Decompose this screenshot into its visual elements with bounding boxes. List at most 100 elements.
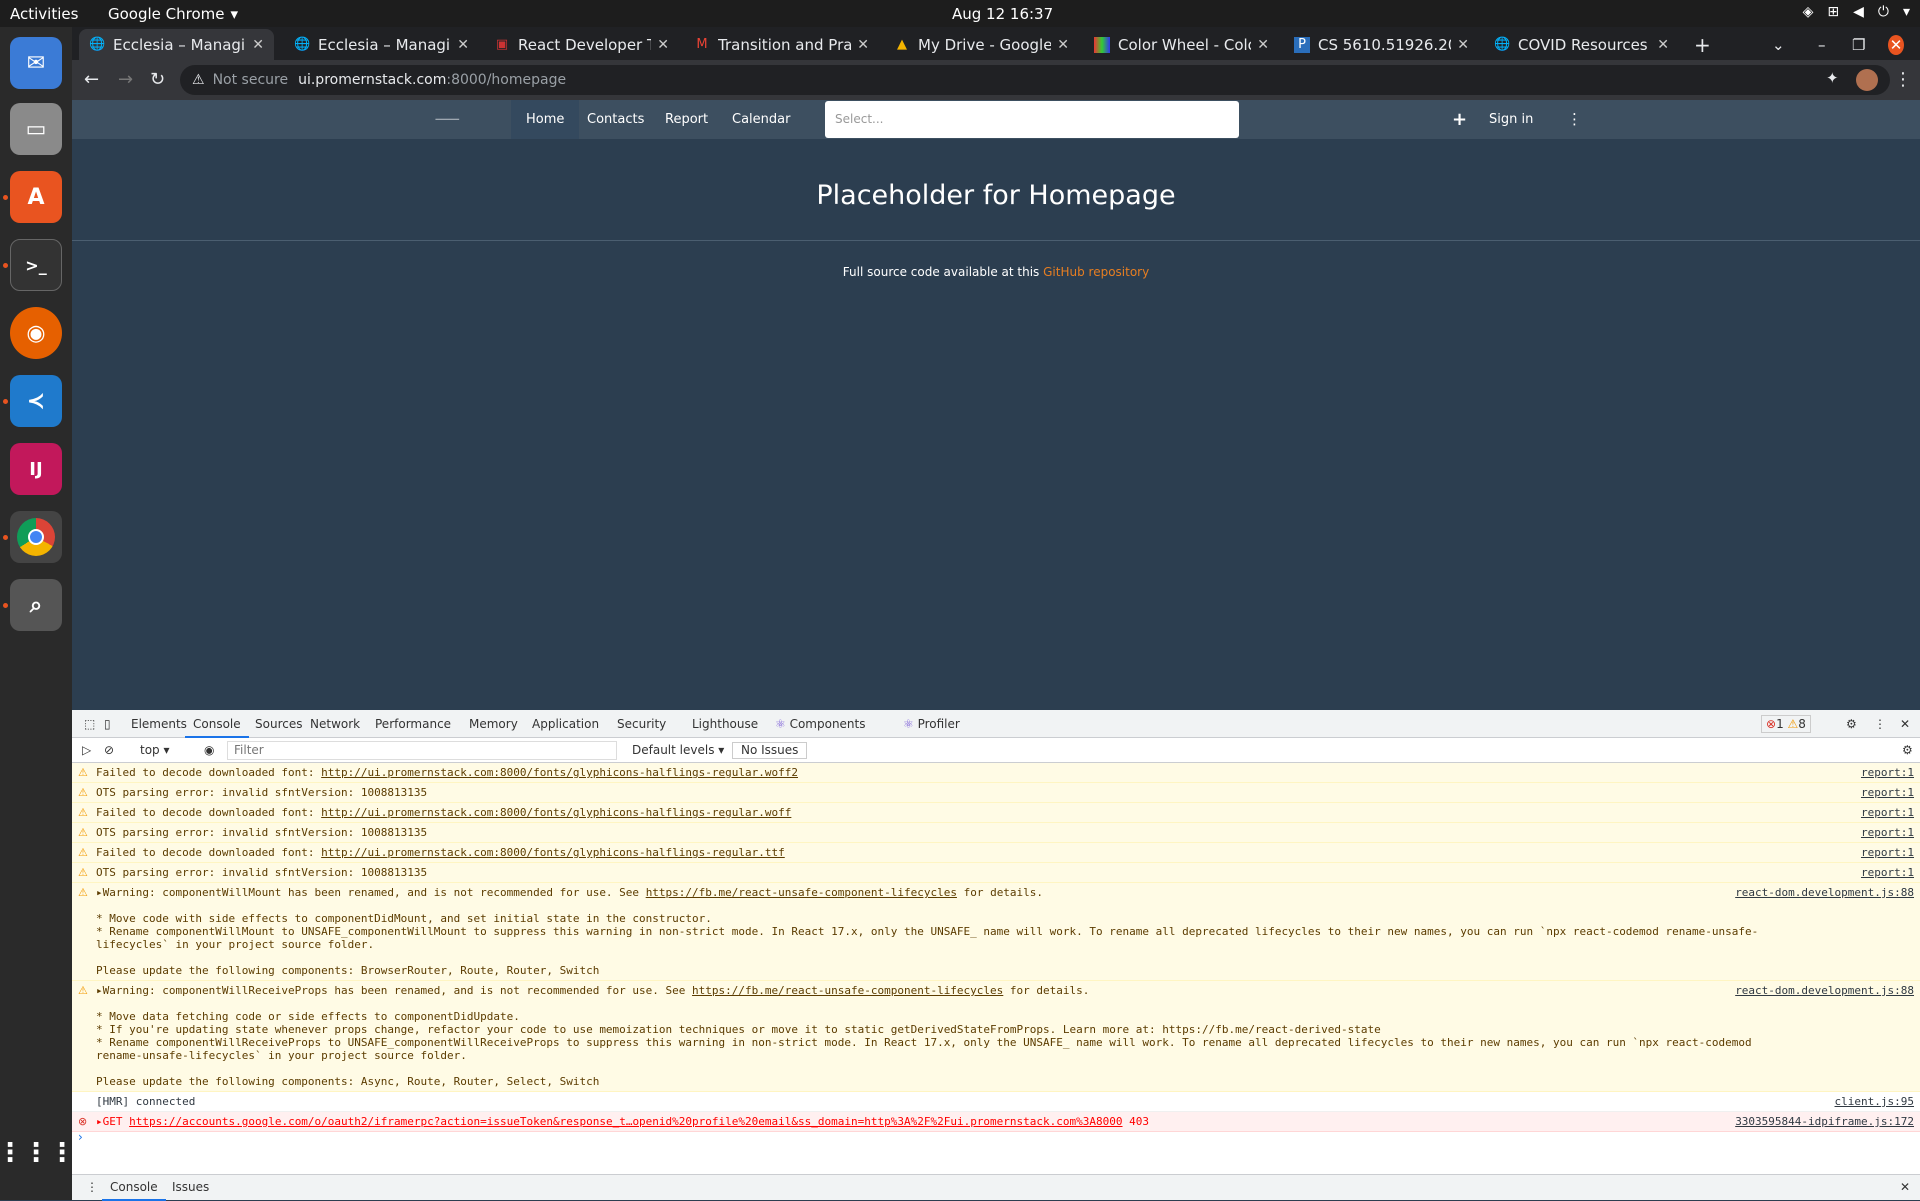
tab-security[interactable]: Security [609, 710, 674, 738]
console-message[interactable]: ⚠ Failed to decode downloaded font: http:… [72, 763, 1920, 783]
firefox-icon[interactable]: ◉ [10, 307, 62, 359]
tab-color-wheel[interactable]: Color Wheel - Color ✕ [1084, 29, 1279, 60]
tab-search-icon[interactable]: ⌄ [1762, 29, 1802, 60]
close-icon[interactable]: ✕ [657, 37, 669, 53]
tab-drive[interactable]: ▲ My Drive - Google Drive ✕ [884, 29, 1079, 60]
device-toolbar-icon[interactable]: ▯ [96, 710, 119, 738]
chrome-icon[interactable] [10, 511, 62, 563]
warning-icon[interactable]: ⚠ [192, 72, 205, 88]
clear-console-icon[interactable]: ⊘ [96, 738, 122, 763]
console-prompt[interactable]: › [78, 1130, 83, 1144]
tab-memory[interactable]: Memory [461, 710, 526, 738]
tab-cs5610[interactable]: P CS 5610.51926.2021 ✕ [1284, 29, 1479, 60]
app-menu[interactable]: Google Chrome ▾ [108, 5, 238, 23]
console-message[interactable]: ⚠ OTS parsing error: invalid sfntVersion:… [72, 823, 1920, 843]
tab-components[interactable]: ⚛ Components [767, 710, 874, 738]
close-icon[interactable]: ✕ [1257, 37, 1269, 53]
activities-button[interactable]: Activities [10, 5, 78, 23]
console-message[interactable]: ⊗ ▸GET https://accounts.google.com/o/oaut… [72, 1112, 1920, 1132]
minimize-icon[interactable]: – [1808, 29, 1844, 60]
nav-report[interactable]: Report [650, 100, 723, 139]
terminal-icon[interactable]: >_ [10, 239, 62, 291]
system-tray[interactable]: ◈ ⊞ ◀ ⏻ ▾ [1803, 4, 1910, 20]
close-icon[interactable]: ✕ [857, 37, 869, 53]
tab-application[interactable]: Application [524, 710, 607, 738]
nav-calendar[interactable]: Calendar [717, 100, 805, 139]
vscode-icon[interactable]: ≺ [10, 375, 62, 427]
message-link[interactable]: https://fb.me/react-unsafe-component-lif… [692, 984, 1003, 997]
menu-icon[interactable]: ⋮ [1894, 69, 1912, 90]
tab-ecclesia-2[interactable]: 🌐 Ecclesia – Managing ✕ [284, 29, 479, 60]
filter-input[interactable]: Filter [227, 741, 617, 760]
source-link[interactable]: report:1 [1861, 786, 1914, 799]
console-message[interactable]: ⚠ Failed to decode downloaded font: http:… [72, 803, 1920, 823]
drawer-tab-console[interactable]: Console [102, 1175, 166, 1201]
apps-grid-icon[interactable]: ⋮⋮⋮ [0, 1127, 75, 1179]
source-link[interactable]: report:1 [1861, 826, 1914, 839]
clock[interactable]: Aug 12 16:37 [952, 5, 1053, 23]
back-icon[interactable]: ← [84, 69, 99, 90]
nav-contacts[interactable]: Contacts [572, 100, 659, 139]
reload-icon[interactable]: ↻ [150, 69, 165, 90]
source-link[interactable]: react-dom.development.js:88 [1735, 886, 1914, 899]
software-icon[interactable]: A [10, 171, 62, 223]
console-settings-icon[interactable]: ⚙ [1894, 738, 1920, 763]
source-link[interactable]: report:1 [1861, 846, 1914, 859]
message-link[interactable]: https://accounts.google.com/o/oauth2/ifr… [129, 1115, 1122, 1128]
tab-lighthouse[interactable]: Lighthouse [684, 710, 766, 738]
tab-sources[interactable]: Sources [247, 710, 310, 738]
intellij-icon[interactable]: IJ [10, 443, 62, 495]
tab-profiler[interactable]: ⚛ Profiler [895, 710, 968, 738]
context-select[interactable]: top ▾ [132, 738, 178, 763]
not-secure-label[interactable]: Not secure [213, 72, 289, 88]
settings-icon[interactable]: ⚙ [1838, 710, 1865, 738]
volume-icon[interactable]: ◀ [1853, 4, 1864, 20]
avatar[interactable] [1856, 69, 1878, 91]
extensions-icon[interactable]: ✦ [1826, 69, 1839, 87]
source-link[interactable]: report:1 [1861, 866, 1914, 879]
files-icon[interactable]: ▭ [10, 103, 62, 155]
issues-button[interactable]: No Issues [732, 742, 808, 759]
more-menu-icon[interactable]: ⋮ [1552, 100, 1597, 139]
console-message[interactable]: [HMR] connected client.js:95 [72, 1092, 1920, 1112]
shield-icon[interactable]: ◈ [1803, 4, 1814, 20]
nav-home[interactable]: Home [511, 100, 580, 139]
omnibox[interactable]: ⚠ Not secure ui.promernstack.com:8000/ho… [180, 65, 1890, 95]
close-icon[interactable]: ✕ [252, 37, 264, 53]
sign-in-link[interactable]: Sign in [1474, 100, 1548, 139]
search-icon[interactable]: ⌕ [10, 579, 62, 631]
close-icon[interactable]: ✕ [1057, 37, 1069, 53]
drawer-tab-issues[interactable]: Issues [164, 1175, 217, 1201]
network-icon[interactable]: ⊞ [1827, 4, 1839, 20]
chevron-down-icon[interactable]: ▾ [1903, 4, 1910, 20]
logo[interactable]: ⸻ [420, 100, 475, 139]
power-icon[interactable]: ⏻ [1878, 4, 1889, 20]
tab-network[interactable]: Network [302, 710, 368, 738]
console-message[interactable]: ⚠ ▸Warning: componentWillMount has been r… [72, 883, 1920, 981]
console-message[interactable]: ⚠ OTS parsing error: invalid sfntVersion:… [72, 783, 1920, 803]
close-icon[interactable]: ✕ [1892, 710, 1918, 738]
restore-icon[interactable]: ❐ [1842, 29, 1878, 60]
log-levels-dropdown[interactable]: Default levels ▾ [624, 738, 732, 763]
console-message[interactable]: ⚠ Failed to decode downloaded font: http:… [72, 843, 1920, 863]
eye-icon[interactable]: ◉ [196, 738, 222, 763]
menu-icon[interactable]: ⋮ [1866, 710, 1894, 738]
source-link[interactable]: react-dom.development.js:88 [1735, 984, 1914, 997]
message-link[interactable]: http://ui.promernstack.com:8000/fonts/gl… [321, 846, 785, 859]
tab-gmail[interactable]: M Transition and Prayer ✕ [684, 29, 879, 60]
source-link[interactable]: report:1 [1861, 766, 1914, 779]
tab-react-devtools[interactable]: ▣ React Developer Tools ✕ [484, 29, 679, 60]
search-select[interactable]: Select... [825, 101, 1239, 138]
console-message[interactable]: ⚠ ▸Warning: componentWillReceiveProps has… [72, 981, 1920, 1092]
source-link[interactable]: report:1 [1861, 806, 1914, 819]
close-icon[interactable]: ✕ [1657, 37, 1669, 53]
new-tab-button[interactable]: + [1684, 29, 1720, 60]
close-icon[interactable]: ✕ [1457, 37, 1469, 53]
close-icon[interactable]: ✕ [457, 37, 469, 53]
console-message[interactable]: ⚠ OTS parsing error: invalid sfntVersion:… [72, 863, 1920, 883]
close-window-icon[interactable]: ✕ [1878, 29, 1914, 60]
source-link[interactable]: client.js:95 [1835, 1095, 1914, 1108]
issue-counter[interactable]: ⊗1 ⚠8 [1761, 715, 1811, 733]
message-link[interactable]: http://ui.promernstack.com:8000/fonts/gl… [321, 766, 798, 779]
tab-covid[interactable]: 🌐 COVID Resources ✕ [1484, 29, 1679, 60]
